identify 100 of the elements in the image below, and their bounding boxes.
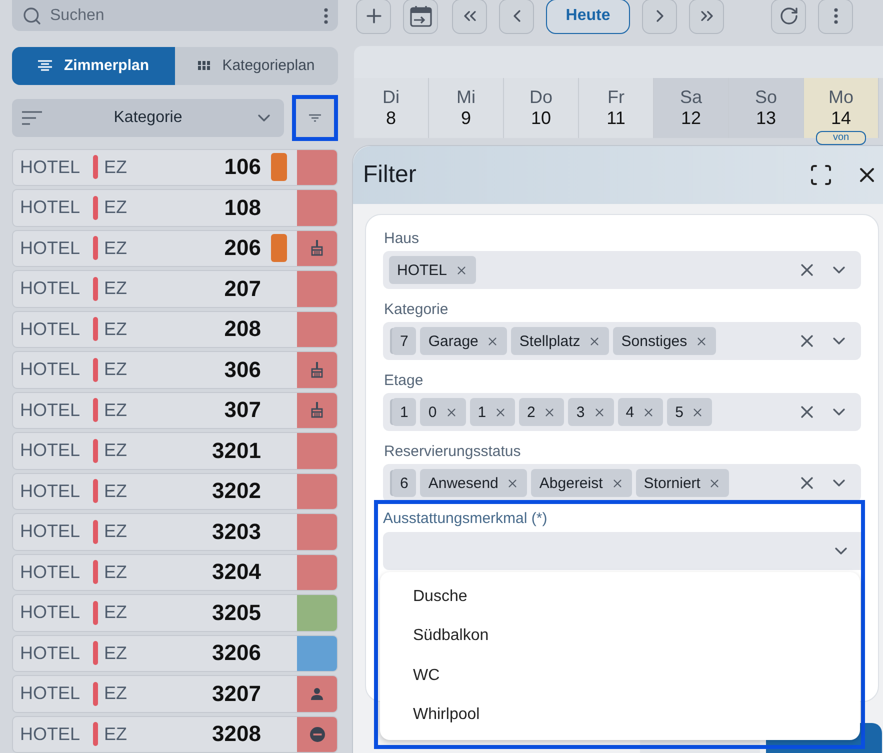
tag-chip[interactable]: 1 bbox=[470, 398, 516, 426]
from-badge[interactable]: von bbox=[816, 131, 866, 145]
tag-chip[interactable]: Anwesend bbox=[420, 469, 528, 497]
room-number: 3203 bbox=[211, 518, 262, 545]
add-button[interactable] bbox=[356, 0, 391, 34]
category-label: EZ bbox=[104, 562, 128, 583]
room-row[interactable]: HOTEL EZ 206 bbox=[12, 230, 338, 267]
room-row[interactable]: HOTEL EZ 3203 bbox=[12, 513, 338, 550]
menu-option[interactable]: Dusche bbox=[380, 577, 860, 616]
day-header: So 13 bbox=[729, 78, 804, 138]
tag-chip[interactable]: Sonstiges bbox=[613, 327, 716, 355]
forward-button[interactable] bbox=[642, 0, 677, 34]
house-label: HOTEL bbox=[19, 480, 82, 502]
remove-icon[interactable] bbox=[444, 406, 458, 418]
room-row[interactable]: HOTEL EZ 3206 bbox=[12, 634, 338, 672]
category-bar bbox=[93, 236, 98, 260]
room-number: 306 bbox=[223, 356, 262, 383]
menu-option[interactable]: Südbalkon bbox=[380, 616, 860, 656]
list-icon bbox=[38, 60, 52, 72]
category-bar bbox=[93, 438, 98, 463]
fast-back-button[interactable] bbox=[452, 0, 487, 34]
remove-icon[interactable] bbox=[506, 476, 520, 490]
house-label: HOTEL bbox=[19, 278, 82, 300]
room-number: 3205 bbox=[211, 600, 262, 626]
multi-select-field[interactable]: 7 Garage Stellplatz Sonstiges bbox=[383, 322, 861, 360]
remove-icon[interactable] bbox=[588, 334, 602, 348]
room-row[interactable]: HOTEL EZ 3205 bbox=[12, 594, 338, 632]
house-label: HOTEL bbox=[19, 562, 82, 583]
tag-chip[interactable]: 2 bbox=[519, 398, 564, 426]
category-label: EZ bbox=[104, 238, 128, 259]
tag-chip[interactable]: Stellplatz bbox=[511, 327, 610, 355]
category-bar bbox=[93, 520, 98, 544]
day-header: Do 10 bbox=[504, 78, 579, 138]
refresh-button[interactable] bbox=[771, 0, 806, 34]
multi-select-field[interactable]: HOTEL bbox=[383, 251, 861, 289]
tag-chip[interactable]: HOTEL bbox=[389, 256, 476, 284]
room-row[interactable]: HOTEL EZ 306 bbox=[12, 351, 338, 388]
room-row[interactable]: HOTEL EZ 3207 bbox=[12, 675, 338, 712]
room-row[interactable]: HOTEL EZ 108 bbox=[12, 189, 338, 226]
room-row[interactable]: HOTEL EZ 3208 bbox=[12, 716, 338, 753]
tag-chip[interactable]: 3 bbox=[568, 398, 614, 426]
filter-button[interactable] bbox=[292, 94, 338, 140]
count-chip: 1 bbox=[392, 398, 416, 426]
back-button[interactable] bbox=[499, 0, 534, 34]
view-tab[interactable]: Kategorieplan bbox=[175, 47, 338, 84]
house-label: HOTEL bbox=[19, 238, 82, 259]
remove-icon[interactable] bbox=[592, 406, 606, 418]
fast-forward-button[interactable] bbox=[689, 0, 724, 34]
refresh-icon bbox=[778, 6, 798, 26]
more-button[interactable] bbox=[818, 0, 853, 34]
room-row[interactable]: HOTEL EZ 307 bbox=[12, 392, 338, 429]
remove-icon[interactable] bbox=[455, 264, 468, 276]
room-row[interactable]: HOTEL EZ 106 bbox=[12, 148, 338, 186]
house-label: HOTEL bbox=[19, 683, 82, 704]
remove-icon[interactable] bbox=[708, 476, 722, 490]
category-bar bbox=[93, 276, 98, 301]
dialog-title: Filter bbox=[363, 161, 418, 189]
category-bar bbox=[93, 682, 98, 706]
room-row[interactable]: HOTEL EZ 208 bbox=[12, 310, 338, 348]
today-button[interactable]: Heute bbox=[546, 0, 630, 34]
house-label: HOTEL bbox=[19, 602, 82, 624]
sort-select[interactable]: Kategorie bbox=[12, 98, 284, 136]
view-tab[interactable]: Zimmerplan bbox=[12, 47, 175, 84]
remove-icon[interactable] bbox=[494, 406, 508, 418]
room-row[interactable]: HOTEL EZ 3201 bbox=[12, 432, 338, 470]
sort-icon bbox=[22, 110, 42, 124]
room-number: 307 bbox=[223, 397, 262, 424]
menu-option[interactable]: WC bbox=[380, 656, 860, 696]
remove-icon[interactable] bbox=[486, 334, 500, 348]
remove-icon[interactable] bbox=[642, 406, 656, 418]
room-row[interactable]: HOTEL EZ 3202 bbox=[12, 472, 338, 510]
count-chip: 7 bbox=[392, 327, 416, 355]
multi-select-field[interactable]: 1 0 1 2 3 4 5 bbox=[383, 393, 861, 431]
day-header: Di 8 bbox=[354, 78, 429, 138]
house-label: HOTEL bbox=[19, 440, 82, 462]
tag-chip[interactable]: 4 bbox=[618, 398, 664, 426]
tag-chip[interactable]: Abgereist bbox=[531, 469, 632, 497]
tag-chip[interactable]: 5 bbox=[667, 398, 712, 426]
tag-chip[interactable]: Garage bbox=[420, 327, 508, 355]
field-label: Kategorie bbox=[384, 300, 450, 320]
more-icon[interactable] bbox=[324, 8, 328, 24]
remove-icon[interactable] bbox=[543, 406, 556, 418]
remove-icon[interactable] bbox=[695, 334, 708, 348]
tag-chip[interactable]: Storniert bbox=[636, 469, 730, 497]
tag-chip[interactable]: 0 bbox=[420, 398, 466, 426]
filter-icon bbox=[309, 114, 321, 122]
more-icon[interactable] bbox=[834, 8, 838, 24]
field-label: Haus bbox=[384, 229, 420, 249]
room-row[interactable]: HOTEL EZ 207 bbox=[12, 270, 338, 308]
multi-select-field[interactable]: 6 Anwesend Abgereist Storniert bbox=[383, 464, 861, 502]
calendar-button[interactable] bbox=[403, 0, 438, 34]
category-label: EZ bbox=[104, 602, 128, 624]
category-label: EZ bbox=[104, 400, 128, 421]
select-field[interactable] bbox=[383, 532, 861, 570]
room-row[interactable]: HOTEL EZ 3204 bbox=[12, 554, 338, 591]
menu-option[interactable]: Whirlpool bbox=[380, 696, 860, 735]
remove-icon[interactable] bbox=[610, 476, 624, 490]
house-label: HOTEL bbox=[19, 359, 82, 380]
room-number: 3208 bbox=[211, 721, 262, 748]
remove-icon[interactable] bbox=[691, 406, 704, 418]
